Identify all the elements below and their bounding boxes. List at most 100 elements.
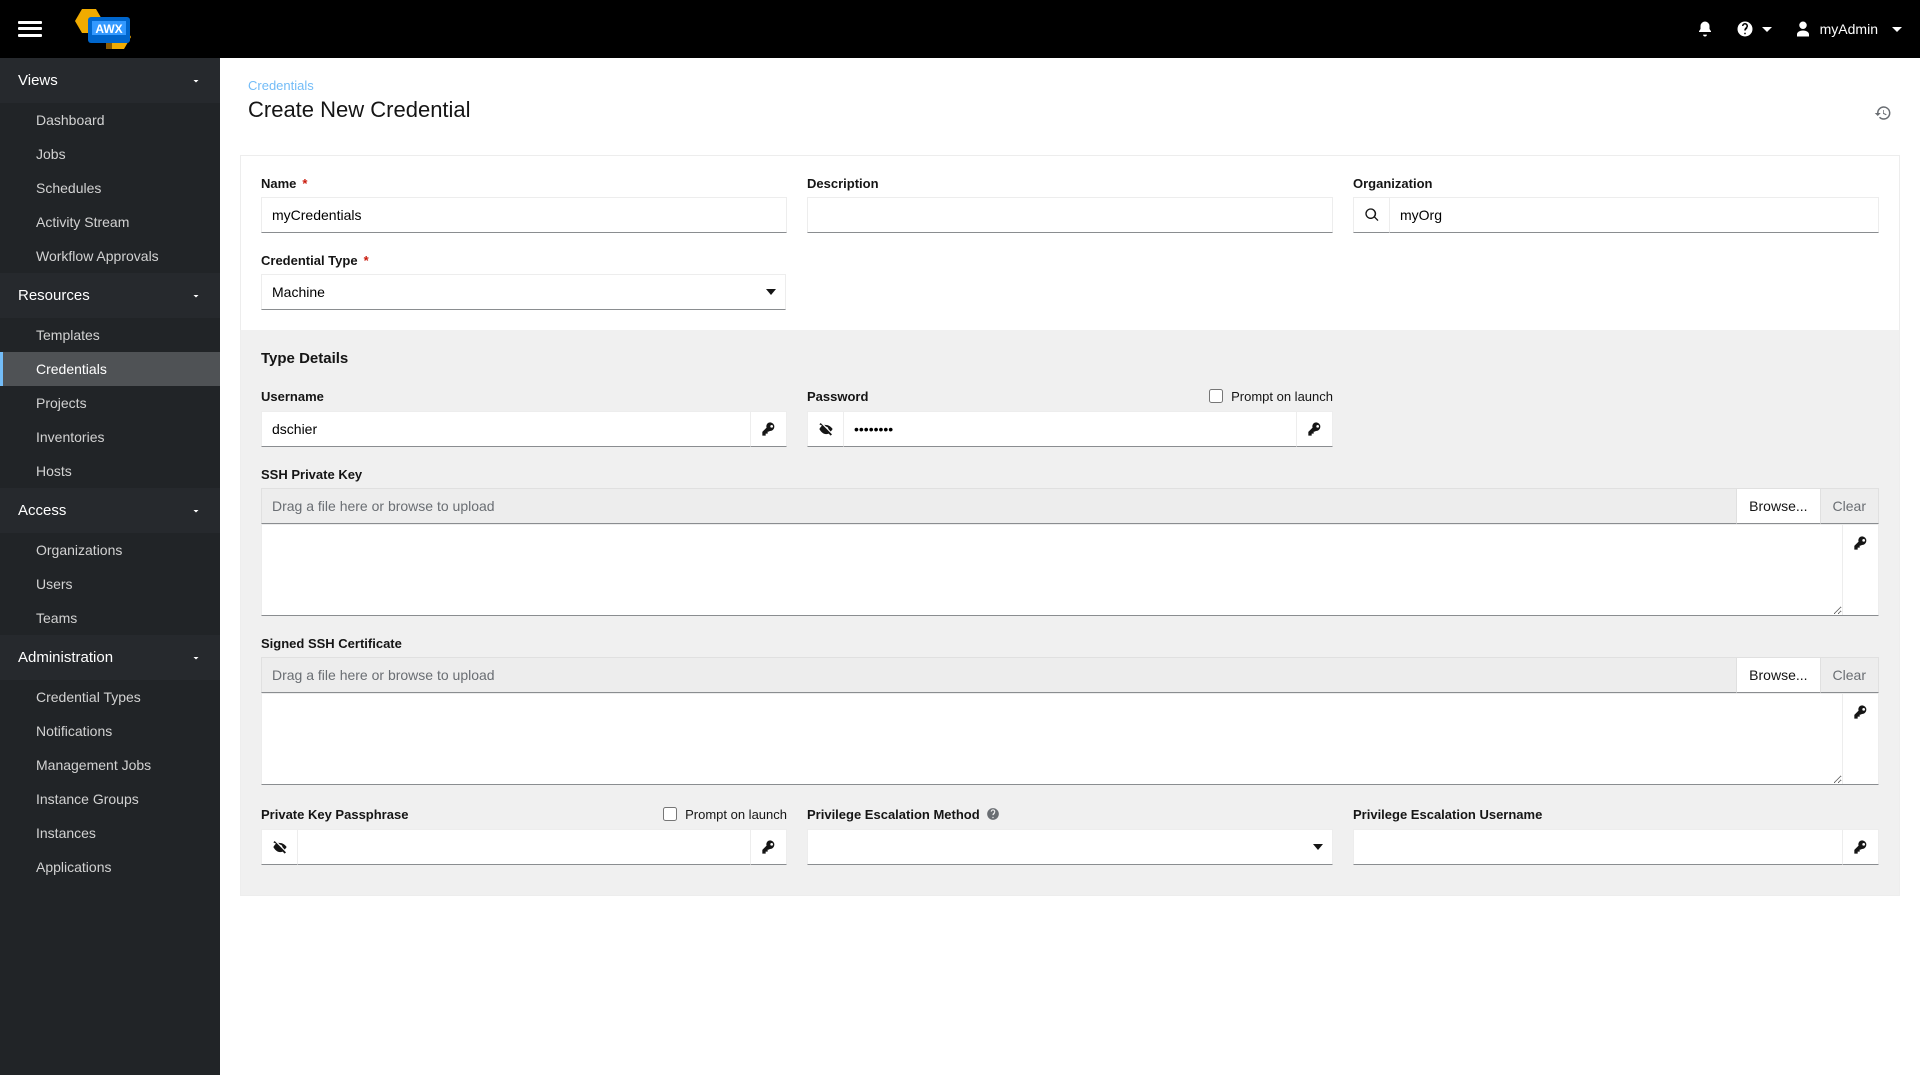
- passphrase-visibility-button[interactable]: [261, 829, 297, 865]
- signed-cert-lookup-button[interactable]: [1842, 694, 1878, 784]
- signed-cert-label: Signed SSH Certificate: [261, 636, 1879, 651]
- sidebar-item-applications[interactable]: Applications: [0, 850, 220, 884]
- nav-section-administration[interactable]: Administration: [0, 635, 220, 680]
- org-search-button[interactable]: [1353, 197, 1389, 233]
- user-icon: [1794, 20, 1812, 38]
- ssh-key-lookup-button[interactable]: [1842, 525, 1878, 615]
- topbar: AWX myAdmin: [0, 0, 1920, 58]
- ssh-key-dropzone[interactable]: Drag a file here or browse to upload: [261, 488, 1737, 524]
- sidebar-item-inventories[interactable]: Inventories: [0, 420, 220, 454]
- username-label: Username: [261, 389, 324, 404]
- sidebar-item-notifications[interactable]: Notifications: [0, 714, 220, 748]
- escalation-method-label: Privilege Escalation Method: [807, 807, 1000, 822]
- key-icon: [761, 421, 777, 437]
- ssh-key-textarea[interactable]: [262, 525, 1842, 615]
- key-icon: [1853, 535, 1869, 551]
- chevron-down-icon: [1313, 844, 1323, 850]
- description-input[interactable]: [807, 197, 1333, 233]
- passphrase-key-button[interactable]: [751, 829, 787, 865]
- name-input[interactable]: [261, 197, 787, 233]
- key-icon: [761, 839, 777, 855]
- sidebar-item-credentials[interactable]: Credentials: [0, 352, 220, 386]
- chevron-down-icon: [190, 290, 202, 302]
- sidebar-item-templates[interactable]: Templates: [0, 318, 220, 352]
- sidebar-item-projects[interactable]: Projects: [0, 386, 220, 420]
- sidebar-item-management-jobs[interactable]: Management Jobs: [0, 748, 220, 782]
- sidebar-item-hosts[interactable]: Hosts: [0, 454, 220, 488]
- escalation-user-input[interactable]: [1353, 829, 1843, 865]
- help-icon[interactable]: [986, 807, 1000, 821]
- nav-section-views[interactable]: Views: [0, 58, 220, 103]
- ssh-key-clear-button[interactable]: Clear: [1821, 488, 1879, 524]
- passphrase-prompt-checkbox[interactable]: Prompt on launch: [663, 807, 787, 822]
- sidebar-item-users[interactable]: Users: [0, 567, 220, 601]
- hamburger-menu-icon[interactable]: [18, 17, 42, 41]
- ssh-key-browse-button[interactable]: Browse...: [1737, 488, 1820, 524]
- sidebar-item-organizations[interactable]: Organizations: [0, 533, 220, 567]
- key-icon: [1853, 839, 1869, 855]
- username-key-button[interactable]: [751, 411, 787, 447]
- signed-cert-dropzone[interactable]: Drag a file here or browse to upload: [261, 657, 1737, 693]
- password-label: Password: [807, 389, 868, 404]
- content-area: Credentials Create New Credential Name* …: [220, 58, 1920, 1075]
- chevron-down-icon: [190, 75, 202, 87]
- sidebar-item-dashboard[interactable]: Dashboard: [0, 103, 220, 137]
- organization-label: Organization: [1353, 176, 1879, 191]
- bell-icon[interactable]: [1696, 20, 1714, 38]
- chevron-down-icon: [190, 652, 202, 664]
- sidebar-item-activity-stream[interactable]: Activity Stream: [0, 205, 220, 239]
- sidebar-item-credential-types[interactable]: Credential Types: [0, 680, 220, 714]
- question-circle-icon: [1736, 20, 1754, 38]
- nav-section-resources[interactable]: Resources: [0, 273, 220, 318]
- signed-cert-clear-button[interactable]: Clear: [1821, 657, 1879, 693]
- password-input[interactable]: [843, 411, 1297, 447]
- key-icon: [1853, 704, 1869, 720]
- username-label: myAdmin: [1820, 21, 1878, 37]
- organization-input[interactable]: [1389, 197, 1879, 233]
- eye-slash-icon: [818, 421, 834, 437]
- search-icon: [1364, 207, 1380, 223]
- sidebar-item-jobs[interactable]: Jobs: [0, 137, 220, 171]
- history-icon[interactable]: [1874, 104, 1892, 122]
- nav-section-access[interactable]: Access: [0, 488, 220, 533]
- sidebar-item-instance-groups[interactable]: Instance Groups: [0, 782, 220, 816]
- description-label: Description: [807, 176, 1333, 191]
- topbar-actions: myAdmin: [1696, 20, 1902, 38]
- password-key-button[interactable]: [1297, 411, 1333, 447]
- type-details-title: Type Details: [261, 350, 1879, 367]
- sidebar-item-schedules[interactable]: Schedules: [0, 171, 220, 205]
- sidebar-item-instances[interactable]: Instances: [0, 816, 220, 850]
- form-card: Name* Description Organization: [240, 155, 1900, 896]
- escalation-user-label: Privilege Escalation Username: [1353, 807, 1542, 822]
- signed-cert-textarea[interactable]: [262, 694, 1842, 784]
- sidebar: ViewsDashboardJobsSchedulesActivity Stre…: [0, 58, 220, 1075]
- breadcrumb[interactable]: Credentials: [248, 78, 471, 93]
- passphrase-input[interactable]: [297, 829, 751, 865]
- username-input[interactable]: [261, 411, 751, 447]
- awx-logo[interactable]: AWX: [70, 5, 144, 53]
- page-header: Credentials Create New Credential: [220, 58, 1920, 145]
- password-visibility-button[interactable]: [807, 411, 843, 447]
- escalation-method-select[interactable]: [807, 829, 1333, 865]
- signed-cert-browse-button[interactable]: Browse...: [1737, 657, 1820, 693]
- chevron-down-icon: [766, 289, 776, 295]
- credential-type-label: Credential Type*: [261, 253, 786, 268]
- page-title: Create New Credential: [248, 97, 471, 123]
- user-menu[interactable]: myAdmin: [1794, 20, 1902, 38]
- type-details-section: Type Details Username Password: [241, 330, 1899, 895]
- ssh-key-label: SSH Private Key: [261, 467, 1879, 482]
- name-label: Name*: [261, 176, 787, 191]
- chevron-down-icon: [1762, 27, 1772, 32]
- password-prompt-checkbox[interactable]: Prompt on launch: [1209, 389, 1333, 404]
- chevron-down-icon: [1892, 27, 1902, 32]
- eye-slash-icon: [272, 839, 288, 855]
- escalation-user-key-button[interactable]: [1843, 829, 1879, 865]
- help-dropdown[interactable]: [1736, 20, 1772, 38]
- svg-text:AWX: AWX: [95, 22, 122, 36]
- passphrase-label: Private Key Passphrase: [261, 807, 408, 822]
- credential-type-select[interactable]: [261, 274, 786, 310]
- chevron-down-icon: [190, 505, 202, 517]
- sidebar-item-teams[interactable]: Teams: [0, 601, 220, 635]
- sidebar-item-workflow-approvals[interactable]: Workflow Approvals: [0, 239, 220, 273]
- key-icon: [1307, 421, 1323, 437]
